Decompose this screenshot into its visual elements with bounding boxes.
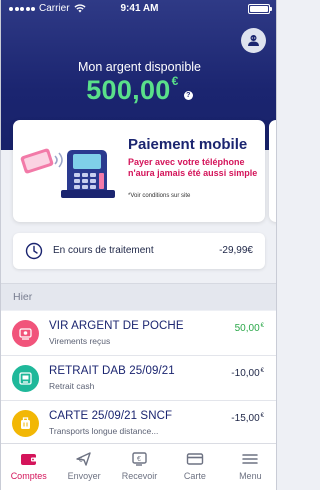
balance-currency: € [171, 74, 179, 88]
amount-currency: € [260, 413, 264, 419]
transaction-row[interactable]: RETRAIT DAB 25/09/21 Retrait cash -10,00… [1, 356, 276, 401]
transfer-icon [12, 320, 39, 347]
svg-text:€: € [79, 458, 83, 464]
mobile-payment-illustration [20, 148, 115, 198]
tab-comptes[interactable]: Comptes [1, 444, 56, 490]
balance-label: Mon argent disponible [78, 60, 201, 74]
battery-icon [248, 4, 272, 14]
amount-value: -10,00 [231, 368, 260, 379]
profile-button[interactable] [241, 28, 266, 53]
transaction-amount: 50,00€ [235, 323, 264, 334]
amount-value: 50,00 [234, 323, 260, 334]
transaction-row[interactable]: VIR ARGENT DE POCHE Virements reçus 50,0… [1, 311, 276, 356]
send-money-icon: € [76, 452, 91, 466]
pending-transactions-card[interactable]: En cours de traitement -29,99€ [13, 233, 265, 269]
pending-amount: -29,99€ [219, 245, 253, 256]
promo-footnote: *Voir conditions sur site [128, 193, 191, 199]
transaction-title: CARTE 25/09/21 SNCF [49, 410, 173, 422]
hamburger-menu-icon [242, 454, 259, 464]
battery-indicator [248, 4, 272, 14]
tab-envoyer[interactable]: € Envoyer [56, 444, 111, 490]
luggage-icon [12, 410, 39, 437]
status-bar: Carrier 9:41 AM [1, 0, 276, 18]
transaction-amount: -15,00€ [231, 413, 264, 424]
transaction-category: Retrait cash [49, 381, 95, 391]
app-screen: Carrier 9:41 AM Mon argent disponible 50… [0, 0, 277, 490]
card-icon [186, 453, 204, 465]
tab-menu[interactable]: Menu [223, 444, 276, 490]
pending-label: En cours de traitement [53, 245, 154, 256]
promo-card-mobile-payment[interactable]: Paiement mobile Payer avec votre télépho… [13, 120, 265, 222]
transaction-category: Virements reçus [49, 336, 111, 346]
tab-label: Menu [239, 471, 262, 481]
tab-recevoir[interactable]: € Recevoir [112, 444, 167, 490]
transaction-row[interactable]: CARTE 25/09/21 SNCF Transports longue di… [1, 401, 276, 446]
transaction-category: Transports longue distance... [49, 426, 159, 436]
svg-text:€: € [137, 456, 141, 463]
section-label: Hier [13, 291, 33, 303]
transaction-title: VIR ARGENT DE POCHE [49, 320, 184, 332]
promo-text: Payer avec votre téléphone n'aura jamais… [128, 157, 258, 178]
tab-label: Recevoir [121, 471, 158, 481]
amount-value: -15,00 [231, 413, 260, 424]
amount-currency: € [260, 323, 264, 329]
wallet-icon [20, 454, 37, 465]
balance-amount: 500,00 [86, 75, 171, 105]
clock: 9:41 AM [120, 3, 159, 14]
tab-label: Comptes [10, 471, 47, 481]
info-icon[interactable]: ? [183, 91, 193, 100]
bottom-tab-bar: Comptes € Envoyer € Recevoir Carte Menu [1, 443, 276, 490]
next-promo-card[interactable] [269, 120, 276, 222]
promo-title: Paiement mobile [128, 136, 248, 153]
transaction-amount: -10,00€ [231, 368, 264, 379]
user-avatar-icon [248, 35, 259, 46]
date-section-header: Hier [1, 283, 276, 310]
transaction-title: RETRAIT DAB 25/09/21 [49, 365, 175, 377]
tab-label: Envoyer [67, 471, 101, 481]
receive-money-icon: € [131, 452, 147, 466]
amount-currency: € [260, 368, 264, 374]
balance-display[interactable]: 500,00€ ? [1, 74, 276, 106]
atm-icon [12, 365, 39, 392]
tab-carte[interactable]: Carte [167, 444, 222, 490]
tab-label: Carte [183, 471, 206, 481]
clock-icon [25, 242, 43, 260]
